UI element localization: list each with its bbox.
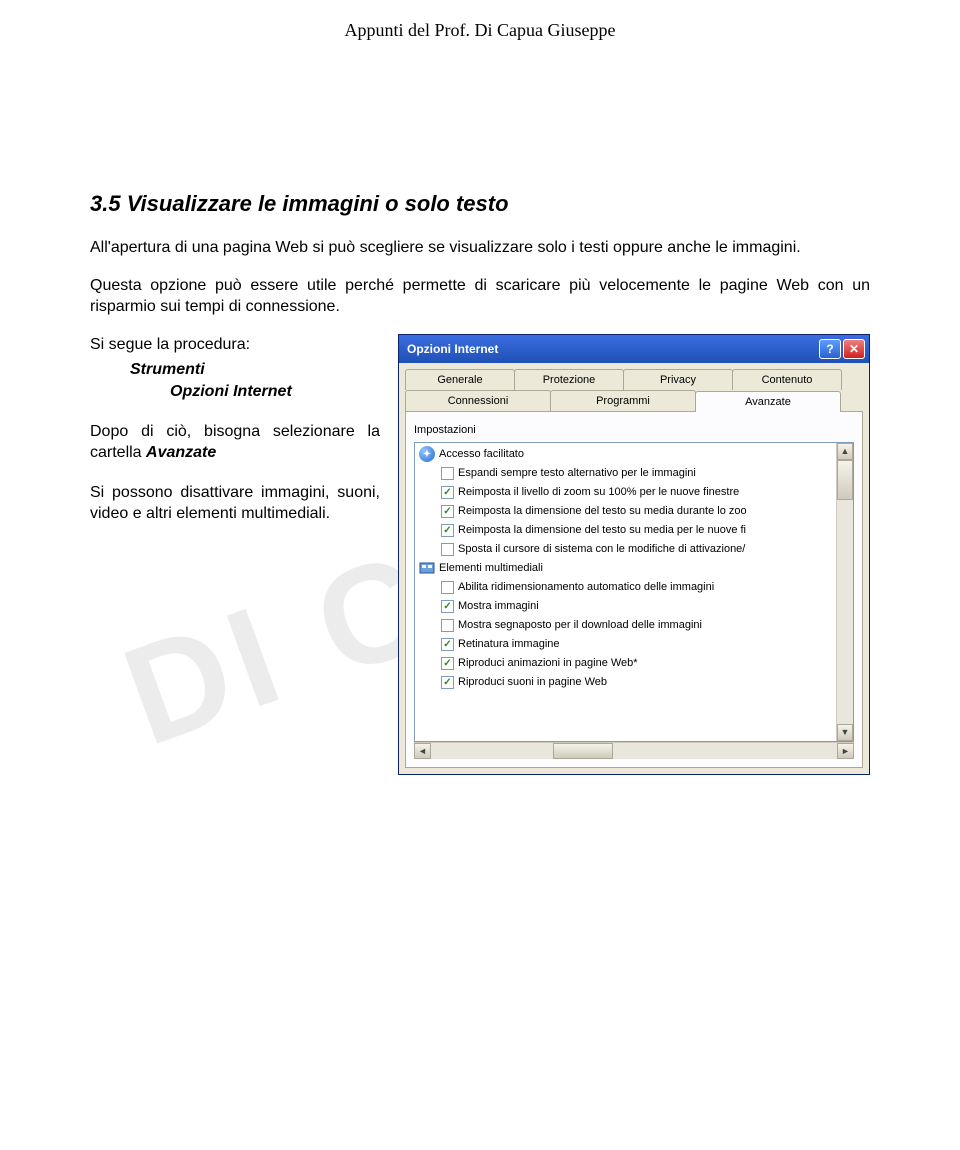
tree-item[interactable]: ✓ Reimposta il livello di zoom su 100% pe… [415,483,836,502]
procedure-intro: Si segue la procedura: [90,334,380,356]
tree-item-label: Riproduci animazioni in pagine Web* [458,657,638,669]
tree-item[interactable]: Mostra segnaposto per il download delle … [415,616,836,635]
multimedia-icon [419,560,435,576]
page-header: Appunti del Prof. Di Capua Giuseppe [0,0,960,41]
tab-privacy[interactable]: Privacy [623,369,733,390]
tree-item-label: Reimposta il livello di zoom su 100% per… [458,486,739,498]
tab-generale[interactable]: Generale [405,369,515,390]
tree-item[interactable]: ✓ Retinatura immagine [415,635,836,654]
procedure-menu-1: Strumenti [90,359,380,381]
checkbox[interactable]: ✓ [441,505,454,518]
tree-item-label: Retinatura immagine [458,638,560,650]
tree-item-label: Reimposta la dimensione del testo su med… [458,524,746,536]
step-2: Dopo di ciò, bisogna selezionare la cart… [90,421,380,464]
tree-item[interactable]: ✓ Reimposta la dimensione del testo su me… [415,521,836,540]
tree-item-label: Abilita ridimensionamento automatico del… [458,581,714,593]
tab-contenuto[interactable]: Contenuto [732,369,842,390]
step-2-text: Dopo di ciò, bisogna selezionare la cart… [90,423,380,462]
tree-item-label: Mostra immagini [458,600,539,612]
tree-item-label: Mostra segnaposto per il download delle … [458,619,702,631]
tab-avanzate[interactable]: Avanzate [695,391,841,412]
tree-item[interactable]: ✓ Reimposta la dimensione del testo su me… [415,502,836,521]
tree-item[interactable]: ✓ Riproduci suoni in pagine Web [415,673,836,692]
section-title: 3.5 Visualizzare le immagini o solo test… [90,191,870,217]
step-2-bold: Avanzate [146,444,216,461]
settings-group-label: Impostazioni [414,424,854,436]
procedure-menu-2: Opzioni Internet [90,381,380,403]
tree-item-label: Sposta il cursore di sistema con le modi… [458,543,745,555]
tree-item[interactable]: Abilita ridimensionamento automatico del… [415,578,836,597]
checkbox[interactable]: ✓ [441,600,454,613]
checkbox[interactable] [441,619,454,632]
tree-item[interactable]: Espandi sempre testo alternativo per le … [415,464,836,483]
scroll-up-button[interactable]: ▲ [837,443,853,460]
close-button[interactable]: ✕ [843,339,865,359]
vertical-scrollbar[interactable]: ▲ ▼ [836,443,853,741]
tree-item[interactable]: ✓ Riproduci animazioni in pagine Web* [415,654,836,673]
tree-item-label: Riproduci suoni in pagine Web [458,676,607,688]
internet-options-dialog: Opzioni Internet ? ✕ Generale Protezione… [398,334,870,775]
tree-group: ✦ Accesso facilitato [415,445,836,464]
checkbox[interactable]: ✓ [441,657,454,670]
tab-connessioni[interactable]: Connessioni [405,390,551,411]
checkbox[interactable]: ✓ [441,638,454,651]
tree-group: Elementi multimediali [415,559,836,578]
accessibility-icon: ✦ [419,446,435,462]
checkbox[interactable] [441,467,454,480]
tree-group-label: Elementi multimediali [439,562,543,574]
checkbox[interactable]: ✓ [441,524,454,537]
hscroll-thumb[interactable] [553,743,613,759]
paragraph-1: All'apertura di una pagina Web si può sc… [90,237,870,259]
scroll-down-button[interactable]: ▼ [837,724,853,741]
tab-programmi[interactable]: Programmi [550,390,696,411]
checkbox[interactable] [441,581,454,594]
paragraph-2: Questa opzione può essere utile perché p… [90,275,870,318]
tree-item-label: Espandi sempre testo alternativo per le … [458,467,696,479]
tab-strip: Generale Protezione Privacy Contenuto Co… [399,363,869,411]
scroll-thumb[interactable] [837,460,853,500]
tree-item[interactable]: Sposta il cursore di sistema con le modi… [415,540,836,559]
scroll-left-button[interactable]: ◄ [414,743,431,759]
checkbox[interactable] [441,543,454,556]
horizontal-scrollbar[interactable]: ◄ ► [414,742,854,759]
checkbox[interactable]: ✓ [441,676,454,689]
tree-group-label: Accesso facilitato [439,448,524,460]
dialog-titlebar[interactable]: Opzioni Internet ? ✕ [399,335,869,363]
scroll-right-button[interactable]: ► [837,743,854,759]
settings-listbox[interactable]: ✦ Accesso facilitato Espandi sempre testo … [414,442,854,742]
help-button[interactable]: ? [819,339,841,359]
dialog-title: Opzioni Internet [407,342,498,356]
tree-item[interactable]: ✓ Mostra immagini [415,597,836,616]
tab-panel-avanzate: Impostazioni ✦ Accesso facilitato Espandi … [405,411,863,768]
tree-item-label: Reimposta la dimensione del testo su med… [458,505,747,517]
tab-protezione[interactable]: Protezione [514,369,624,390]
checkbox[interactable]: ✓ [441,486,454,499]
step-3: Si possono disattivare immagini, suoni, … [90,482,380,525]
